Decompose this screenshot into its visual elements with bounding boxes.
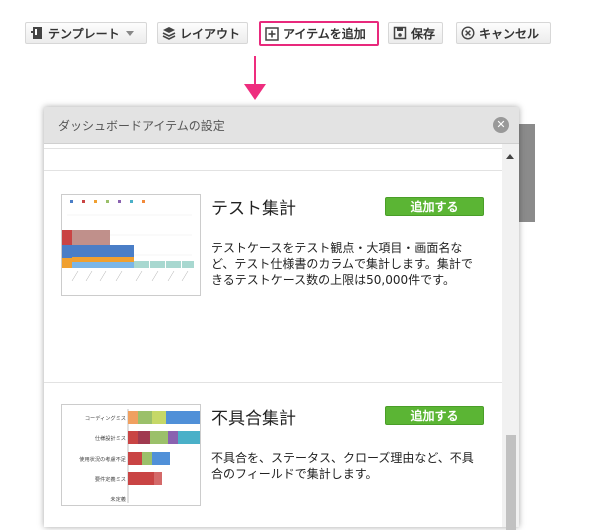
layout-label: レイアウト: [180, 26, 241, 41]
defect-chart-label: 使用状況の考慮不足: [79, 455, 126, 463]
item-settings-dialog: ダッシュボードアイテムの設定 ✕ テスト集計 追加する テストケースをテスト観点…: [44, 107, 519, 530]
defect-chart-label: 未定義: [110, 495, 126, 503]
save-label: 保存: [411, 26, 436, 41]
defect-summary-chart-thumbnail: コーディングミス 仕様設計ミス 使用状況の考慮不足 要件定義ミス 未定義: [61, 404, 201, 506]
background-panel: [519, 124, 535, 222]
test-summary-title: テスト集計: [211, 199, 296, 219]
template-icon: [30, 26, 44, 40]
defect-chart-label: 要件定義ミス: [95, 475, 126, 483]
template-label: テンプレート: [48, 26, 120, 41]
test-summary-description: テストケースをテスト観点・大項目・画面名など、テスト仕様書のカラムで集計します。…: [211, 241, 473, 287]
list-item-defect-summary: コーディングミス 仕様設計ミス 使用状況の考慮不足 要件定義ミス 未定義 不具合…: [44, 382, 502, 527]
list-item-test-summary: テスト集計 追加する テストケースをテスト観点・大項目・画面名など、テスト仕様書…: [44, 170, 502, 382]
test-summary-chart-thumbnail: [61, 194, 201, 296]
dialog-header: ダッシュボードアイテムの設定 ✕: [44, 107, 519, 144]
defect-chart-label: コーディングミス: [85, 414, 126, 422]
save-button[interactable]: 保存: [388, 22, 443, 44]
add-defect-summary-button[interactable]: 追加する: [385, 406, 484, 425]
cancel-label: キャンセル: [479, 26, 540, 41]
dialog-body: テスト集計 追加する テストケースをテスト観点・大項目・画面名など、テスト仕様書…: [44, 144, 502, 527]
layout-button[interactable]: レイアウト: [157, 22, 248, 44]
chevron-down-icon: [125, 30, 134, 36]
cancel-icon: [461, 26, 475, 40]
cancel-button[interactable]: キャンセル: [456, 22, 551, 44]
add-item-label: アイテムを追加: [283, 27, 366, 41]
save-icon: [393, 26, 407, 40]
dialog-title: ダッシュボードアイテムの設定: [58, 119, 225, 133]
add-item-button[interactable]: アイテムを追加: [259, 21, 379, 46]
item-separator: [44, 148, 502, 149]
dialog-scrollbar[interactable]: [502, 144, 519, 530]
close-icon[interactable]: ✕: [493, 117, 509, 133]
pointer-arrow-line: [254, 56, 256, 86]
defect-chart-label: 仕様設計ミス: [95, 434, 126, 442]
scroll-up-icon[interactable]: [506, 154, 514, 159]
scroll-thumb[interactable]: [506, 435, 516, 530]
defect-summary-title: 不具合集計: [211, 409, 296, 429]
template-button[interactable]: テンプレート: [25, 22, 147, 44]
defect-summary-description: 不具合を、ステータス、クローズ理由など、不具合のフィールドで集計します。: [211, 451, 474, 481]
layers-icon: [162, 26, 176, 40]
pointer-arrow-head: [244, 84, 266, 100]
add-test-summary-button[interactable]: 追加する: [385, 197, 484, 216]
plus-box-icon: [265, 26, 279, 41]
